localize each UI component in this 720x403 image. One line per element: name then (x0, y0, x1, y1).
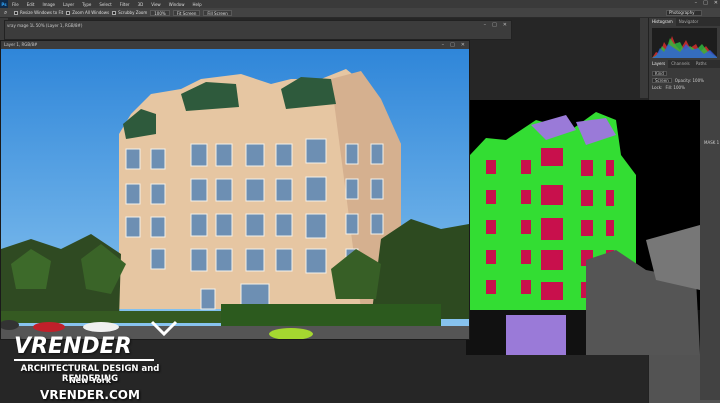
menu-layer[interactable]: Layer (59, 2, 78, 7)
window-controls: – □ ✕ (695, 0, 718, 6)
close-icon[interactable]: ✕ (461, 41, 465, 49)
tab-layers[interactable]: Layers (649, 60, 669, 68)
close-icon[interactable]: ✕ (714, 0, 718, 6)
chevron-down-icon (150, 320, 178, 336)
document-tabbar: Layer 1, RGB/8# – □ ✕ (1, 41, 469, 49)
close-icon[interactable]: ✕ (503, 22, 507, 28)
tab-paths[interactable]: Paths (693, 60, 710, 68)
minimize-icon[interactable]: – (695, 0, 698, 6)
side-panel-collapsed[interactable]: MASK 1 (700, 100, 720, 400)
menu-edit[interactable]: Edit (23, 2, 39, 7)
workspace-switcher[interactable]: Photography (666, 10, 702, 16)
tab-histogram[interactable]: Histogram (649, 18, 676, 26)
histogram-tabs: Histogram Navigator (649, 18, 720, 26)
blend-mode-select[interactable]: Screen (652, 78, 672, 83)
zoom-all-windows-label: Zoom All Windows (72, 10, 110, 15)
menu-help[interactable]: Help (188, 2, 205, 7)
document-window-front[interactable]: Layer 1, RGB/8# – □ ✕ (0, 40, 470, 340)
scrubby-zoom-label: Scrubby Zoom (118, 10, 148, 15)
minimize-icon[interactable]: – (442, 41, 445, 49)
menu-file[interactable]: File (8, 2, 23, 7)
maximize-icon[interactable]: □ (703, 0, 708, 6)
tab-navigator[interactable]: Navigator (676, 18, 702, 26)
zoom-100-button[interactable]: 100% (150, 9, 170, 16)
menu-bar: Ps File Edit Image Layer Type Select Fil… (0, 0, 720, 8)
brand-website: VRENDER.COM (40, 388, 140, 402)
document-window-back[interactable]: vray mage 1L 50% (Layer 1, RGB/8#) – □ ✕ (4, 20, 512, 40)
scrubby-zoom-checkbox[interactable]: Scrubby Zoom (112, 10, 147, 15)
maximize-icon[interactable]: □ (492, 22, 497, 28)
mask-document-canvas[interactable] (466, 100, 700, 355)
menu-3d[interactable]: 3D (134, 2, 148, 7)
brand-logo: VRENDER (14, 334, 132, 359)
menu-view[interactable]: View (147, 2, 165, 7)
menu-select[interactable]: Select (95, 2, 115, 7)
render-canvas[interactable] (1, 49, 469, 339)
maximize-icon[interactable]: □ (450, 41, 455, 49)
menu-filter[interactable]: Filter (116, 2, 134, 7)
photoshop-logo: Ps (0, 0, 8, 8)
brand-underline (14, 359, 154, 361)
fill-screen-button[interactable]: Fill Screen (203, 9, 232, 16)
resize-windows-label: Resize Windows to Fit (20, 10, 64, 15)
menu-window[interactable]: Window (165, 2, 189, 7)
layers-options: Kind Screen Opacity: 100% Lock: Fill: 100% (649, 68, 720, 93)
document-tab-front[interactable]: Layer 1, RGB/8# (4, 42, 37, 47)
options-bar: ⌕ Resize Windows to Fit Zoom All Windows… (0, 8, 720, 18)
brand-city: New York (68, 376, 112, 385)
fit-screen-button[interactable]: Fit Screen (172, 9, 201, 16)
fill-field[interactable]: Fill: 100% (665, 85, 684, 90)
menu-image[interactable]: Image (38, 2, 59, 7)
panel-icon-strip[interactable] (640, 18, 648, 98)
menu-type[interactable]: Type (78, 2, 95, 7)
document-tab-back[interactable]: vray mage 1L 50% (Layer 1, RGB/8#) (7, 23, 82, 28)
zoom-icon[interactable]: ⌕ (4, 9, 11, 16)
side-panel-label: MASK 1 (704, 140, 720, 145)
lock-label: Lock: (652, 85, 663, 90)
zoom-all-windows-checkbox[interactable]: Zoom All Windows (66, 10, 109, 15)
layers-tabs: Layers Channels Paths (649, 60, 720, 68)
histogram-chart (652, 28, 717, 58)
tab-channels[interactable]: Channels (668, 60, 693, 68)
layer-filter-select[interactable]: Kind (652, 71, 667, 76)
resize-windows-checkbox[interactable]: Resize Windows to Fit (14, 10, 63, 15)
vrender-watermark: VRENDER ARCHITECTURAL DESIGN and RENDERI… (0, 320, 205, 403)
minimize-icon[interactable]: – (484, 22, 487, 28)
opacity-field[interactable]: Opacity: 100% (675, 78, 704, 83)
